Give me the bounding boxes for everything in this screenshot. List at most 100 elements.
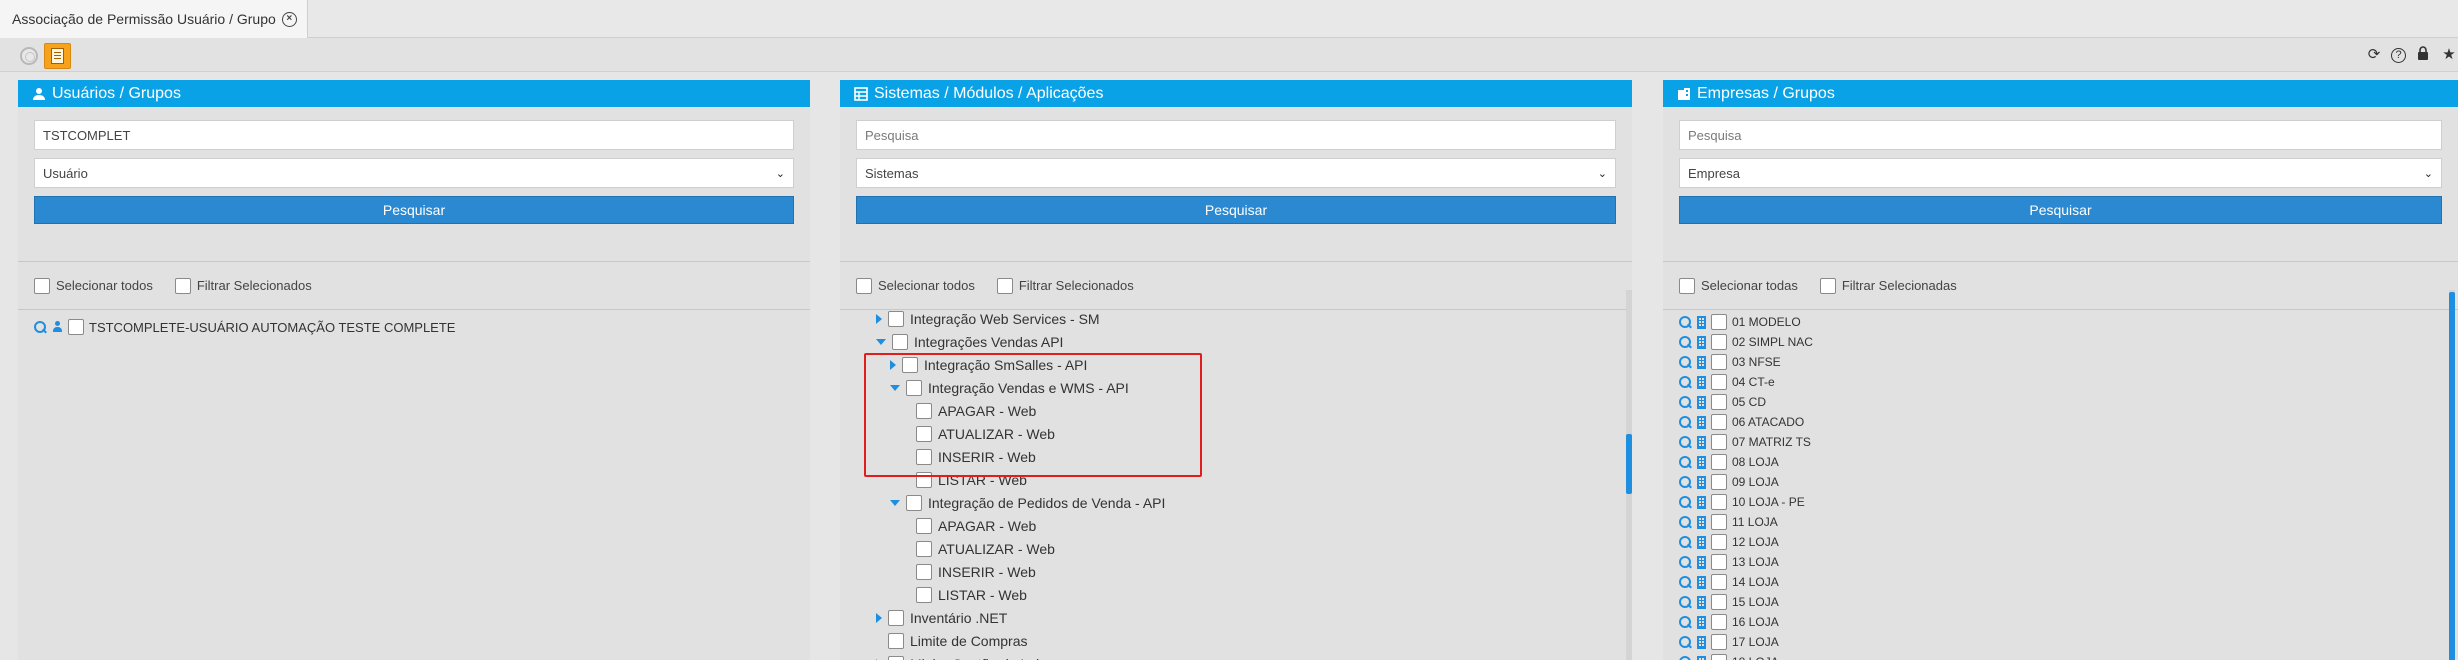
systems-type-select[interactable]: Sistemas ⌄ [856,158,1616,188]
tree-node-checkbox[interactable] [888,633,904,649]
search-icon[interactable] [1679,535,1692,549]
item-checkbox[interactable] [1711,534,1727,550]
item-checkbox[interactable] [1711,614,1727,630]
item-checkbox[interactable] [1711,574,1727,590]
list-item[interactable]: 05 CD [1679,392,1766,412]
list-item[interactable]: 09 LOJA [1679,472,1779,492]
list-item[interactable]: 11 LOJA [1679,512,1778,532]
systems-scroll-thumb[interactable] [1626,434,1632,494]
search-icon[interactable] [1679,455,1692,469]
list-item[interactable]: 14 LOJA [1679,572,1779,592]
tree-node-checkbox[interactable] [916,518,932,534]
item-checkbox[interactable] [1711,414,1727,430]
list-item[interactable]: TSTCOMPLETE-USUÁRIO AUTOMAÇÃO TESTE COMP… [34,317,455,337]
help-icon[interactable]: ? [2391,47,2406,63]
item-checkbox[interactable] [1711,314,1727,330]
tree-node[interactable]: Integração Web Services - SM [876,310,1100,330]
list-item[interactable]: 03 NFSE [1679,352,1781,372]
tree-node[interactable]: Integrações Vendas API [876,331,1063,353]
expand-arrow-icon[interactable] [876,314,882,324]
systems-search-input[interactable]: Pesquisa [856,120,1616,150]
tree-node-checkbox[interactable] [888,656,904,660]
item-checkbox[interactable] [1711,334,1727,350]
list-item[interactable]: 13 LOJA [1679,552,1779,572]
save-button[interactable] [44,43,71,69]
item-checkbox[interactable] [1711,394,1727,410]
companies-search-button[interactable]: Pesquisar [1679,196,2442,224]
lock-icon[interactable] [2414,46,2432,64]
item-checkbox[interactable] [1711,594,1727,610]
filter-selected-checkbox[interactable] [174,277,191,294]
companies-search-input[interactable]: Pesquisa [1679,120,2442,150]
search-icon[interactable] [1679,315,1692,329]
tree-node[interactable]: Integração de Pedidos de Venda - API [890,492,1165,514]
search-icon[interactable] [1679,415,1692,429]
search-icon[interactable] [1679,355,1692,369]
collapse-arrow-icon[interactable] [890,500,900,506]
select-all-checkbox[interactable] [34,277,50,294]
tree-node-checkbox[interactable] [906,495,922,511]
tree-node-checkbox[interactable] [888,610,904,626]
tree-node[interactable]: Minha Gestão de Loja [876,653,1047,660]
select-all-checkbox[interactable] [1679,277,1695,294]
users-search-button[interactable]: Pesquisar [34,196,794,224]
search-icon[interactable] [1679,655,1692,660]
list-item[interactable]: 18 LOJA [1679,652,1779,660]
filter-selected-checkbox[interactable] [1819,277,1836,294]
tree-node[interactable]: INSERIR - Web [904,561,1036,583]
tree-node-checkbox[interactable] [888,311,904,327]
user-type-select[interactable]: Usuário ⌄ [34,158,794,188]
search-icon[interactable] [1679,555,1692,569]
tree-node[interactable]: APAGAR - Web [904,515,1036,537]
search-icon[interactable] [1679,395,1692,409]
item-checkbox[interactable] [1711,474,1727,490]
item-checkbox[interactable] [1711,554,1727,570]
companies-type-select[interactable]: Empresa ⌄ [1679,158,2442,188]
item-checkbox[interactable] [1711,354,1727,370]
tree-node-checkbox[interactable] [916,541,932,557]
search-icon[interactable] [1679,475,1692,489]
companies-scroll-thumb[interactable] [2449,292,2455,660]
item-checkbox[interactable] [1711,514,1727,530]
tree-node[interactable]: Limite de Compras [876,630,1028,652]
item-checkbox[interactable] [1711,454,1727,470]
tree-node-checkbox[interactable] [916,564,932,580]
list-item[interactable]: 16 LOJA [1679,612,1779,632]
tree-node[interactable]: LISTAR - Web [904,584,1027,606]
list-item[interactable]: 01 MODELO [1679,312,1801,332]
close-icon[interactable]: × [281,11,297,27]
list-item[interactable]: 10 LOJA - PE [1679,492,1805,512]
search-icon[interactable] [1679,515,1692,529]
search-icon[interactable] [1679,615,1692,629]
item-checkbox[interactable] [1711,654,1727,660]
collapse-arrow-icon[interactable] [876,339,886,345]
search-icon[interactable] [1679,435,1692,449]
list-item[interactable]: 12 LOJA [1679,532,1779,552]
expand-arrow-icon[interactable] [876,613,882,623]
list-item[interactable]: 06 ATACADO [1679,412,1804,432]
filter-selected-checkbox[interactable] [996,277,1013,294]
select-all-checkbox[interactable] [856,277,872,294]
tree-node-checkbox[interactable] [892,334,908,350]
list-item[interactable]: 17 LOJA [1679,632,1779,652]
search-icon[interactable] [34,320,47,334]
list-item[interactable]: 04 CT-e [1679,372,1775,392]
tree-node[interactable]: Inventário .NET [876,607,1007,629]
search-icon[interactable] [1679,575,1692,589]
item-checkbox[interactable] [68,319,84,335]
search-icon[interactable] [1679,375,1692,389]
item-checkbox[interactable] [1711,494,1727,510]
user-search-input[interactable]: TSTCOMPLET [34,120,794,150]
search-icon[interactable] [1679,495,1692,509]
item-checkbox[interactable] [1711,434,1727,450]
list-item[interactable]: 07 MATRIZ TS [1679,432,1811,452]
search-icon[interactable] [1679,635,1692,649]
search-icon[interactable] [1679,595,1692,609]
tab-associacao-permissao[interactable]: Associação de Permissão Usuário / Grupo … [0,0,308,38]
star-icon[interactable]: ★ [2440,46,2458,64]
tree-node[interactable]: ATUALIZAR - Web [904,538,1055,560]
list-item[interactable]: 08 LOJA [1679,452,1779,472]
list-item[interactable]: 02 SIMPL NAC [1679,332,1813,352]
refresh-icon[interactable]: ⟳ [2365,46,2383,64]
list-item[interactable]: 15 LOJA [1679,592,1779,612]
